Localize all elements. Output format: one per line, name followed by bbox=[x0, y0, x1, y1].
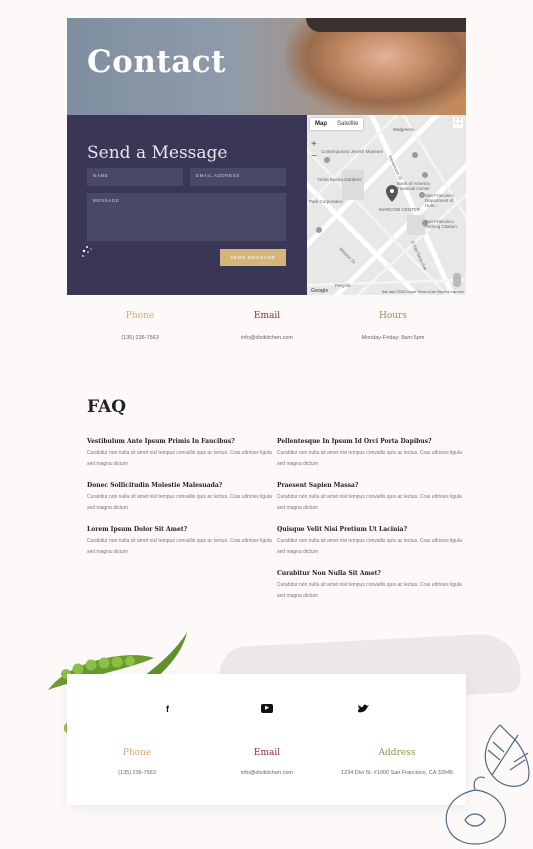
email-heading: Email bbox=[253, 748, 281, 758]
faq-item: Donec Sollicitudin Molestie Malesuada? C… bbox=[87, 482, 272, 514]
faq-question: Quisque Velit Nisi Pretium Ut Lacinia? bbox=[277, 526, 408, 533]
email-input[interactable]: EMAIL ADDRESS bbox=[190, 168, 286, 186]
faq-item: Praesent Sapien Massa? Curabitur non nul… bbox=[277, 482, 462, 514]
info-hours: Hours Monday-Friday: 8am-5pm bbox=[348, 311, 438, 341]
map-label: San Francisco Department of Hum... bbox=[425, 193, 454, 208]
hero-banner: Contact bbox=[67, 18, 466, 115]
map-type-tabs: Map Satellite bbox=[310, 118, 364, 130]
map-label: Pergola bbox=[335, 283, 351, 288]
youtube-icon[interactable]: ▶ bbox=[261, 704, 273, 713]
faq-answer: Curabitur non nulla sit amet nisl tempus… bbox=[277, 582, 462, 599]
page-title: Contact bbox=[87, 44, 226, 80]
faq-question: Lorem Ipsum Dolor Sit Amet? bbox=[87, 526, 188, 533]
map-label: Bank of America Financial Center bbox=[397, 181, 430, 191]
zoom-controls: + − bbox=[311, 139, 317, 163]
faq-item: Curabitur Non Nulla Sit Amet? Curabitur … bbox=[277, 570, 462, 602]
map-tab-satellite[interactable]: Satellite bbox=[332, 118, 363, 130]
faq-answer: Curabitur non nulla sit amet nisl tempus… bbox=[277, 450, 462, 467]
hero-hat-shape bbox=[306, 18, 466, 32]
vegetable-line-illustration bbox=[445, 724, 530, 845]
footer-card: f ▶ Phone (135) 236-7563 Email info@divi… bbox=[67, 674, 466, 805]
google-logo: Google bbox=[311, 288, 329, 294]
map-attribution[interactable]: Map data ©2020 Google Terms of Use Repor… bbox=[382, 290, 464, 294]
email-heading: Email bbox=[253, 311, 281, 321]
info-phone: Phone (135) 236-7563 bbox=[100, 311, 180, 341]
faq-question: Pellentesque In Ipsum Id Orci Porta Dapi… bbox=[277, 438, 432, 445]
contact-form: Send a Message NAME EMAIL ADDRESS MESSAG… bbox=[67, 115, 307, 295]
faq-item: Quisque Velit Nisi Pretium Ut Lacinia? C… bbox=[277, 526, 462, 558]
decorative-dots bbox=[82, 246, 92, 257]
zoom-in-button[interactable]: + bbox=[311, 139, 317, 151]
form-title: Send a Message bbox=[87, 143, 228, 163]
faq-answer: Curabitur non nulla sit amet nisl tempus… bbox=[87, 538, 272, 555]
phone-text: (135) 236-7563 bbox=[118, 770, 156, 776]
phone-heading: Phone bbox=[122, 748, 152, 758]
email-text[interactable]: info@divikitchen.com bbox=[222, 335, 312, 341]
faq-question: Curabitur Non Nulla Sit Amet? bbox=[277, 570, 381, 577]
faq-question: Vestibulum Ante Ipsum Primis In Faucibus… bbox=[87, 438, 235, 445]
google-map[interactable]: Map Satellite ⛶ + − Walgreens Contempora… bbox=[307, 115, 466, 295]
send-message-button[interactable]: SEND MESSAGE bbox=[220, 249, 286, 266]
faq-answer: Curabitur non nulla sit amet nisl tempus… bbox=[277, 494, 462, 511]
faq-answer: Curabitur non nulla sit amet nisl tempus… bbox=[277, 538, 462, 555]
hours-heading: Hours bbox=[379, 311, 407, 321]
faq-question: Donec Sollicitudin Molestie Malesuada? bbox=[87, 482, 223, 489]
message-textarea[interactable]: MESSAGE bbox=[87, 193, 286, 241]
faq-item: Vestibulum Ante Ipsum Primis In Faucibus… bbox=[87, 438, 272, 470]
facebook-icon[interactable]: f bbox=[166, 704, 169, 714]
hours-text: Monday-Friday: 8am-5pm bbox=[361, 335, 425, 341]
footer-email: Email info@divikitchen.com bbox=[222, 748, 312, 776]
map-label: Walgreens bbox=[393, 127, 415, 132]
info-email: Email info@divikitchen.com bbox=[222, 311, 312, 341]
faq-title: FAQ bbox=[87, 397, 127, 417]
faq-answer: Curabitur non nulla sit amet nisl tempus… bbox=[87, 450, 272, 467]
hero-photo bbox=[286, 18, 466, 115]
map-label: San Francisco Parking Citation bbox=[425, 219, 457, 229]
map-label: MARCONI CENTER bbox=[379, 207, 421, 212]
twitter-icon[interactable] bbox=[358, 704, 369, 714]
faq-question: Praesent Sapien Massa? bbox=[277, 482, 359, 489]
zoom-out-button[interactable]: − bbox=[311, 151, 317, 163]
faq-item: Lorem Ipsum Dolor Sit Amet? Curabitur no… bbox=[87, 526, 272, 558]
phone-text: (135) 236-7563 bbox=[121, 335, 159, 341]
faq-answer: Curabitur non nulla sit amet nisl tempus… bbox=[87, 494, 272, 511]
map-label: Park Corporation bbox=[309, 199, 344, 204]
faq-item: Pellentesque In Ipsum Id Orci Porta Dapi… bbox=[277, 438, 462, 470]
footer-phone: Phone (135) 236-7563 bbox=[97, 748, 177, 776]
fullscreen-icon[interactable]: ⛶ bbox=[453, 118, 463, 128]
name-input[interactable]: NAME bbox=[87, 168, 183, 186]
phone-heading: Phone bbox=[125, 311, 155, 321]
email-text[interactable]: info@divikitchen.com bbox=[222, 770, 312, 776]
map-label: Contemporary Jewish Museum bbox=[321, 149, 384, 154]
map-label: Yerba Buena Gardens bbox=[317, 177, 362, 182]
map-tab-map[interactable]: Map bbox=[310, 118, 332, 130]
